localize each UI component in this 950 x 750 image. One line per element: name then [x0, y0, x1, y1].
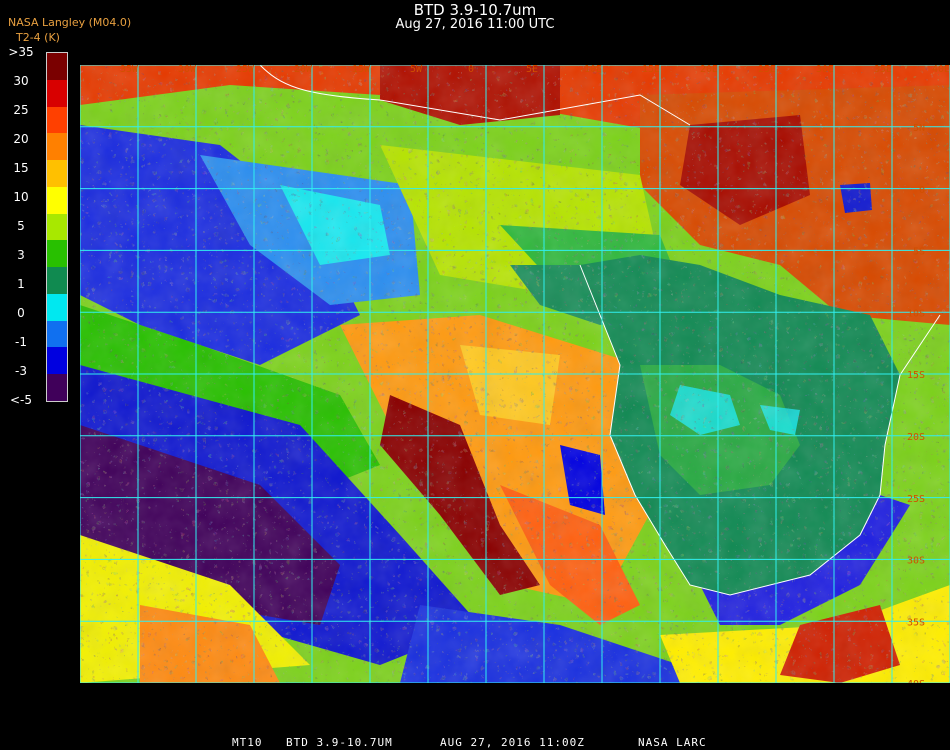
colorbar-label: 3	[17, 248, 25, 262]
latitude-label: 10S	[907, 308, 925, 319]
colorbar-label: <-5	[9, 393, 33, 407]
longitude-label: 25W	[236, 65, 255, 75]
latitude-label: 35S	[907, 617, 925, 628]
latitude-label: 15S	[907, 370, 925, 381]
colorbar-label: 0	[17, 306, 25, 320]
colorbar-label: 30	[13, 74, 29, 88]
colorbar-segment	[47, 374, 67, 401]
footer-source: NASA LARC	[638, 736, 707, 749]
colorbar-label: 20	[13, 132, 29, 146]
longitude-label: 30E	[816, 65, 834, 75]
colorbar-segment	[47, 267, 67, 294]
latitude-label: 5S	[913, 247, 925, 258]
colorbar	[46, 52, 68, 402]
latitude-label: 40S	[907, 679, 925, 683]
footer-product: BTD 3.9-10.7UM	[286, 736, 393, 749]
longitude-labels: 35W 30W 25W 20W 15W 5W 0 5E 10E 15E 20E 25E 30E 35E 40…	[120, 65, 950, 75]
latitude-label: 25S	[907, 494, 925, 505]
colorbar-label: 15	[13, 161, 29, 175]
longitude-label: 40E	[932, 65, 950, 75]
colorbar-label: -3	[15, 364, 27, 378]
latitude-label: 20S	[907, 432, 925, 443]
image-title: BTD 3.9-10.7um	[413, 1, 537, 19]
longitude-label: 15E	[642, 65, 660, 75]
colorbar-segment	[47, 53, 67, 80]
latitude-label: 5N	[913, 123, 925, 134]
longitude-label: 30W	[178, 65, 197, 75]
colorbar-label: -1	[15, 335, 27, 349]
longitude-label: 20E	[700, 65, 718, 75]
colorbar-label: >35	[8, 45, 34, 59]
longitude-label: 10E	[584, 65, 602, 75]
colorbar-segment	[47, 320, 67, 348]
colorbar-segment	[47, 160, 67, 187]
colorbar-label: 25	[13, 103, 29, 117]
colorbar-label: 1	[17, 277, 25, 291]
image-datetime: Aug 27, 2016 11:00 UTC	[395, 17, 555, 32]
longitude-label: 35E	[874, 65, 892, 75]
longitude-label: 25E	[758, 65, 776, 75]
footer-satellite: MT10	[232, 736, 263, 749]
colorbar-segment	[47, 347, 67, 375]
satellite-map: 35W 30W 25W 20W 15W 5W 0 5E 10E 15E 20E 25E 30E 35E 40…	[80, 65, 950, 683]
colorbar-segment	[47, 186, 67, 214]
longitude-label: 15W	[352, 65, 371, 75]
footer-datetime: AUG 27, 2016 11:00Z	[440, 736, 585, 749]
colorbar-segment	[47, 293, 67, 321]
colorbar-segment	[47, 133, 67, 161]
units-label: T2-4 (K)	[16, 31, 60, 44]
colorbar-segment	[47, 240, 67, 268]
colorbar-label: 10	[13, 190, 29, 204]
longitude-label: 20W	[294, 65, 313, 75]
colorbar-label: 5	[17, 219, 25, 233]
colorbar-segment	[47, 213, 67, 241]
longitude-label: 5E	[526, 65, 538, 75]
longitude-label: 5W	[410, 65, 423, 75]
colorbar-segment	[47, 79, 67, 107]
longitude-label: 35W	[120, 65, 139, 75]
longitude-label: 0	[468, 65, 474, 75]
colorbar-segment	[47, 106, 67, 134]
latitude-label: 0	[919, 185, 925, 196]
latitude-label: 30S	[907, 556, 925, 567]
credit-label: NASA Langley (M04.0)	[8, 16, 132, 29]
